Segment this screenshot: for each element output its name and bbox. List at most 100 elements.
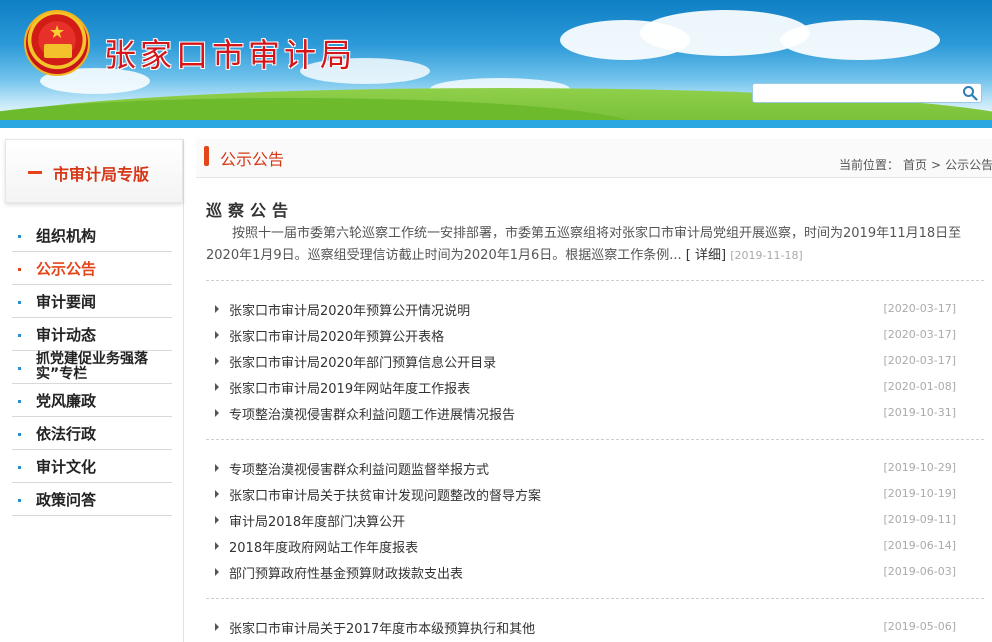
search-icon[interactable]	[962, 85, 978, 101]
list-item-title[interactable]: 张家口市审计局2020年预算公开表格	[229, 326, 444, 345]
divider	[206, 598, 984, 599]
sidebar-header: 市审计局专版	[5, 139, 183, 203]
bullet-icon	[18, 433, 21, 436]
caret-right-icon	[215, 568, 219, 576]
sidebar-item-label: 审计动态	[36, 326, 97, 344]
bullet-icon	[18, 334, 21, 337]
sidebar-title: 市审计局专版	[53, 165, 150, 184]
sidebar-item-label: 审计文化	[36, 458, 97, 476]
gate-icon	[44, 44, 72, 58]
list-item[interactable]: 部门预算政府性基金预算财政拨款支出表 [2019-06-03]	[206, 559, 984, 585]
caret-right-icon	[215, 516, 219, 524]
list-item[interactable]: 专项整治漠视侵害群众利益问题监督举报方式 [2019-10-29]	[206, 455, 984, 481]
list-item[interactable]: 张家口市审计局关于2017年度市本级预算执行和其他 [2019-05-06]	[206, 614, 984, 640]
list-item-title[interactable]: 张家口市审计局关于扶贫审计发现问题整改的督导方案	[229, 485, 541, 504]
divider	[206, 439, 984, 440]
list-item[interactable]: 2018年度政府网站工作年度报表 [2019-06-14]	[206, 533, 984, 559]
caret-right-icon	[215, 464, 219, 472]
national-emblem-icon: ★	[24, 10, 90, 76]
caret-right-icon	[215, 490, 219, 498]
divider	[206, 280, 984, 281]
sidebar-item-updates[interactable]: 审计动态	[12, 318, 172, 351]
featured-notice-title[interactable]: 巡察公告	[206, 197, 294, 221]
list-item[interactable]: 审计局2018年度部门决算公开 [2019-09-11]	[206, 507, 984, 533]
list-item-title[interactable]: 审计局2018年度部门决算公开	[229, 511, 405, 530]
sidebar-menu: 组织机构 公示公告 审计要闻 审计动态 抓党建促业务强落实”专栏 党风廉政 依法…	[12, 219, 172, 516]
sidebar-item-policy-qa[interactable]: 政策问答	[12, 483, 172, 516]
featured-notice-body: 按照十一届市委第六轮巡察工作统一安排部署，市委第五巡察组将对张家口市审计局党组开…	[206, 223, 981, 267]
list-item-date: [2019-06-03]	[883, 565, 956, 578]
sidebar-item-notices[interactable]: 公示公告	[12, 252, 172, 285]
caret-right-icon	[215, 409, 219, 417]
breadcrumb: 当前位置： 首页 > 公示公告	[839, 156, 992, 173]
sidebar: 市审计局专版 组织机构 公示公告 审计要闻 审计动态 抓党建促业务强落实”专栏 …	[0, 139, 184, 642]
bullet-icon	[18, 499, 21, 502]
sidebar-item-label: 公示公告	[36, 260, 97, 278]
sidebar-item-culture[interactable]: 审计文化	[12, 450, 172, 483]
chevron-right-icon: >	[931, 158, 942, 172]
list-item[interactable]: 张家口市审计局2020年部门预算信息公开目录 [2020-03-17]	[206, 348, 984, 374]
sidebar-item-label: 党风廉政	[36, 392, 97, 410]
list-item-date: [2019-06-14]	[883, 539, 956, 552]
site-title: 张家口市审计局	[104, 36, 357, 74]
bullet-icon	[18, 466, 21, 469]
caret-right-icon	[215, 331, 219, 339]
list-item-date: [2019-10-19]	[883, 487, 956, 500]
list-item-date: [2020-01-08]	[883, 380, 956, 393]
sidebar-item-label: 抓党建促业务强落实”专栏	[36, 351, 148, 382]
notice-list-3: 张家口市审计局关于2017年度市本级预算执行和其他 [2019-05-06]	[206, 614, 984, 640]
list-item[interactable]: 张家口市审计局关于扶贫审计发现问题整改的督导方案 [2019-10-19]	[206, 481, 984, 507]
caret-right-icon	[215, 542, 219, 550]
sidebar-item-label: 依法行政	[36, 425, 97, 443]
search-box	[752, 83, 982, 105]
list-item-date: [2020-03-17]	[883, 354, 956, 367]
notice-list-2: 专项整治漠视侵害群众利益问题监督举报方式 [2019-10-29] 张家口市审计局…	[206, 455, 984, 585]
list-item-date: [2019-10-31]	[883, 406, 956, 419]
breadcrumb-current[interactable]: 公示公告	[945, 158, 992, 172]
bullet-icon	[18, 367, 21, 370]
sidebar-item-org[interactable]: 组织机构	[12, 219, 172, 252]
list-item[interactable]: 张家口市审计局2019年网站年度工作报表 [2020-01-08]	[206, 374, 984, 400]
notice-date: [2019-11-18]	[730, 249, 803, 262]
sidebar-item-label: 审计要闻	[36, 293, 97, 311]
caret-right-icon	[215, 305, 219, 313]
list-item-title[interactable]: 2018年度政府网站工作年度报表	[229, 537, 418, 556]
list-item-date: [2019-10-29]	[883, 461, 956, 474]
breadcrumb-home[interactable]: 首页	[903, 158, 927, 172]
list-item-title[interactable]: 张家口市审计局2020年预算公开情况说明	[229, 300, 470, 319]
list-item-title[interactable]: 张家口市审计局2019年网站年度工作报表	[229, 378, 470, 397]
sidebar-item-label: 组织机构	[36, 227, 97, 245]
caret-right-icon	[215, 623, 219, 631]
detail-link[interactable]: [ 详细]	[686, 248, 726, 263]
bullet-icon	[18, 235, 21, 238]
list-item[interactable]: 张家口市审计局2020年预算公开情况说明 [2020-03-17]	[206, 296, 984, 322]
minus-icon	[28, 171, 42, 174]
caret-right-icon	[215, 357, 219, 365]
list-item[interactable]: 专项整治漠视侵害群众利益问题工作进展情况报告 [2019-10-31]	[206, 400, 984, 426]
sidebar-item-integrity[interactable]: 党风廉政	[12, 384, 172, 417]
list-item-title[interactable]: 专项整治漠视侵害群众利益问题监督举报方式	[229, 459, 489, 478]
header-stripe	[0, 120, 992, 128]
star-icon: ★	[49, 22, 66, 43]
list-item-date: [2019-09-11]	[883, 513, 956, 526]
search-input[interactable]	[757, 87, 961, 105]
list-item-date: [2020-03-17]	[883, 328, 956, 341]
sidebar-item-label: 政策问答	[36, 491, 97, 509]
section-title: 公示公告	[220, 150, 285, 169]
list-item[interactable]: 张家口市审计局2020年预算公开表格 [2020-03-17]	[206, 322, 984, 348]
list-item-title[interactable]: 部门预算政府性基金预算财政拨款支出表	[229, 563, 463, 582]
sidebar-item-law[interactable]: 依法行政	[12, 417, 172, 450]
list-item-title[interactable]: 张家口市审计局关于2017年度市本级预算执行和其他	[229, 618, 535, 637]
list-item-title[interactable]: 专项整治漠视侵害群众利益问题工作进展情况报告	[229, 404, 515, 423]
bullet-icon	[18, 268, 21, 271]
bullet-icon	[18, 301, 21, 304]
sidebar-item-party-column[interactable]: 抓党建促业务强落实”专栏	[12, 351, 172, 384]
bullet-icon	[18, 400, 21, 403]
list-item-title[interactable]: 张家口市审计局2020年部门预算信息公开目录	[229, 352, 496, 371]
section-header: 公示公告 当前位置： 首页 > 公示公告	[196, 139, 992, 178]
notice-list-1: 张家口市审计局2020年预算公开情况说明 [2020-03-17] 张家口市审计局…	[206, 296, 984, 426]
sidebar-item-news[interactable]: 审计要闻	[12, 285, 172, 318]
cloud-decoration	[780, 20, 940, 60]
list-item-date: [2019-05-06]	[883, 620, 956, 633]
list-item-date: [2020-03-17]	[883, 302, 956, 315]
